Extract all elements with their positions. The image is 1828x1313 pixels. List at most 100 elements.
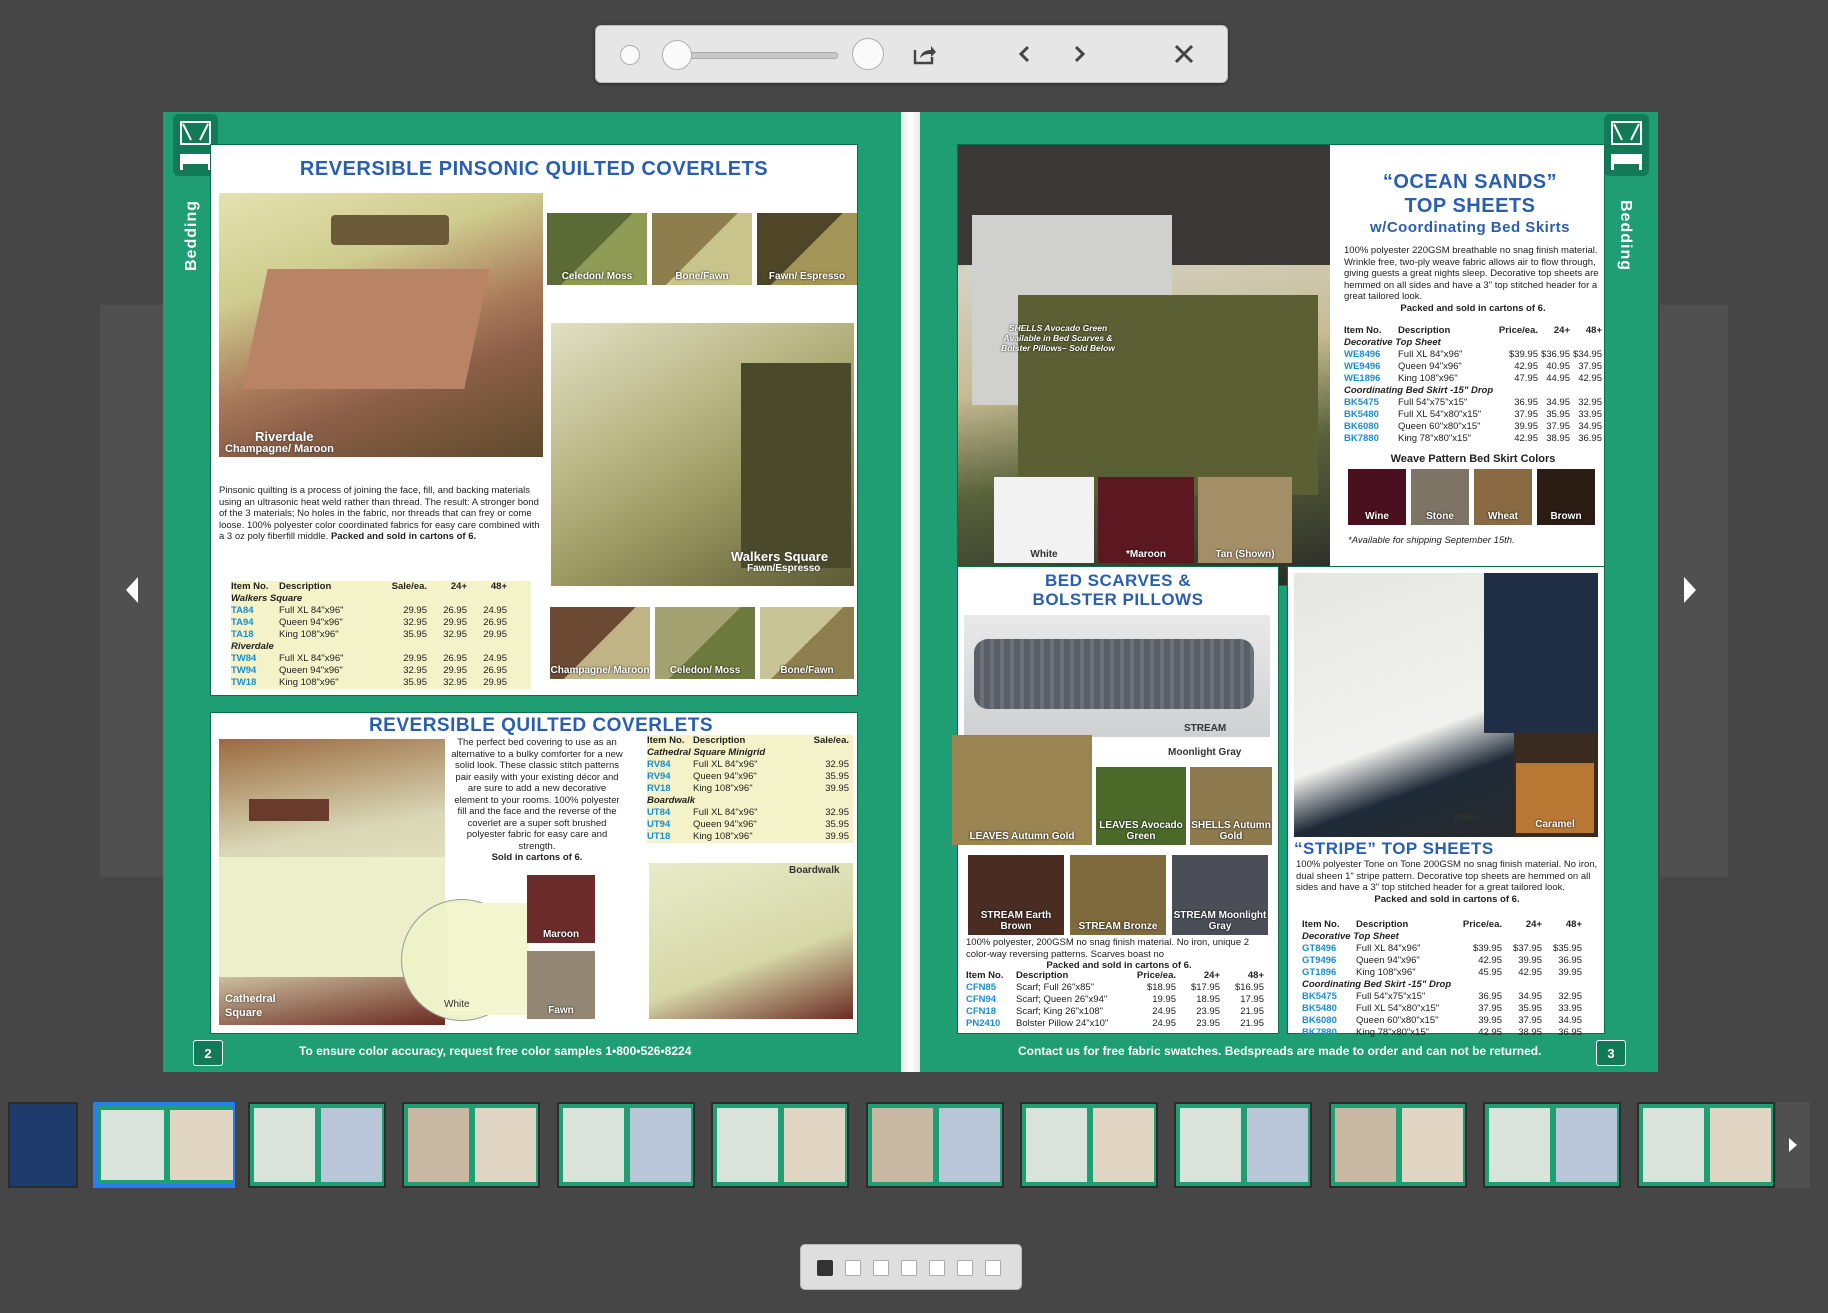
prev-page-icon[interactable] — [1014, 40, 1034, 68]
thumbnail-right-half — [630, 1108, 691, 1182]
pinsonic-price-table: Item No. Description Sale/ea. 24+ 48+ Walkers… — [231, 581, 531, 689]
share-icon[interactable] — [910, 40, 940, 68]
thumbnail-page-8[interactable] — [1020, 1102, 1158, 1188]
item-number: RV18 — [647, 783, 671, 794]
cathedral-caption: Cathedral — [225, 993, 276, 1005]
next-page-icon[interactable] — [1070, 40, 1090, 68]
thumbnail-page-7[interactable] — [866, 1102, 1004, 1188]
table-cell: Full XL 84"x96" — [279, 605, 344, 616]
ocean-description: 100% polyester 220GSM breathable no snag… — [1344, 245, 1599, 314]
table-cell: 39.95 — [1478, 1015, 1502, 1026]
item-number: WE9496 — [1344, 361, 1381, 372]
thumbnail-page-9[interactable] — [1174, 1102, 1312, 1188]
quilted-title: REVERSIBLE QUILTED COVERLETS — [368, 715, 714, 736]
close-icon[interactable] — [1170, 40, 1198, 68]
stripe-photo: White Caramel — [1294, 573, 1598, 837]
table-cell: 24.95 — [1152, 1018, 1176, 1029]
page-dot-5[interactable] — [929, 1260, 945, 1276]
thumbnail-page-6[interactable] — [711, 1102, 849, 1188]
prev-arrow-icon[interactable] — [124, 575, 140, 613]
zoom-slider-handle[interactable] — [662, 40, 692, 70]
table-row: UT18 King 108"x96" 39.95 — [647, 831, 853, 843]
thumbnail-page-11[interactable] — [1483, 1102, 1621, 1188]
table-row: TA94 Queen 94"x96" 32.95 29.95 26.95 — [231, 617, 531, 629]
item-number: UT94 — [647, 819, 671, 830]
thumbnail-left-half — [717, 1108, 778, 1182]
table-row: CFN85 Scarf; Full 26"x85" $18.95 $17.95 $16.… — [966, 982, 1272, 994]
zoom-out-icon[interactable] — [620, 45, 640, 65]
item-number: TW18 — [231, 677, 257, 688]
scarves-title-2: BOLSTER PILLOWS — [1032, 590, 1204, 609]
thumbnail-page-10[interactable] — [1329, 1102, 1467, 1188]
page-dot-6[interactable] — [957, 1260, 973, 1276]
zoom-in-icon[interactable] — [852, 38, 884, 70]
ocean-subtitle: w/Coordinating Bed Skirts — [1369, 219, 1570, 236]
thumbnail-left-half — [254, 1108, 315, 1182]
stream-moonlight-gray-swatch: STREAM Moonlight Gray — [1172, 855, 1268, 935]
item-number: TA94 — [231, 617, 254, 628]
quilted-price-table: Item No. Description Sale/ea. Cathedral Squ… — [647, 735, 853, 843]
item-number: CFN94 — [966, 994, 997, 1005]
item-number: BK7880 — [1344, 433, 1379, 444]
item-number: GT9496 — [1302, 955, 1337, 966]
page-dot-1[interactable] — [817, 1260, 833, 1276]
brown-swatch: Brown — [1537, 469, 1595, 525]
table-cell: Queen 94"x96" — [279, 617, 343, 628]
table-cell: 32.95 — [1578, 397, 1602, 408]
table-header-row: Item No. Description Price/ea. 24+ 48+ — [1344, 325, 1602, 337]
thumbnail-page-4[interactable] — [402, 1102, 540, 1188]
thumbnail-left-half — [101, 1110, 164, 1180]
quilted-panel: REVERSIBLE QUILTED COVERLETS Cathedral S… — [210, 712, 858, 1034]
pillow-caption-color: Moonlight Gray — [1168, 747, 1242, 758]
page-dot-2[interactable] — [845, 1260, 861, 1276]
table-cell: 23.95 — [1196, 1006, 1220, 1017]
table-cell: 29.95 — [403, 605, 427, 616]
stripe-panel: White Caramel “STRIPE” TOP SHEETS 100% p… — [1287, 566, 1605, 1038]
thumbs-next-icon[interactable] — [1776, 1102, 1810, 1188]
page-dot-7[interactable] — [985, 1260, 1001, 1276]
table-cell: 34.95 — [1546, 397, 1570, 408]
table-cell: 35.95 — [403, 677, 427, 688]
table-cell: 39.95 — [1518, 955, 1542, 966]
item-number: BK7880 — [1302, 1027, 1337, 1038]
pinsonic-description: Pinsonic quilting is a process of joinin… — [219, 485, 540, 542]
thumbnail-right-half — [475, 1108, 536, 1182]
side-label: Bedding — [183, 200, 200, 271]
thumbnail-page-3[interactable] — [248, 1102, 386, 1188]
boardwalk-label: Boardwalk — [789, 865, 840, 876]
item-number: GT1896 — [1302, 967, 1337, 978]
thumbnail-page-12[interactable] — [1637, 1102, 1775, 1188]
table-cell: $39.95 — [1508, 349, 1538, 360]
table-cell: Full 54"x75"x15" — [1356, 991, 1426, 1002]
next-arrow-icon[interactable] — [1682, 575, 1698, 613]
table-header-cell: 48+ — [1565, 919, 1582, 930]
table-cell: 39.95 — [1558, 967, 1582, 978]
thumbnail-page-5[interactable] — [557, 1102, 695, 1188]
table-row: BK7880 King 78"x80"x15" 42.95 38.95 36.95 — [1302, 1027, 1598, 1039]
thumbnail-page-1[interactable] — [8, 1102, 78, 1188]
page-dot-3[interactable] — [873, 1260, 889, 1276]
zoom-slider[interactable] — [662, 40, 838, 70]
table-cell: 37.95 — [1546, 421, 1570, 432]
wheat-swatch: Wheat — [1474, 469, 1532, 525]
table-cell: Scarf; Queen 26"x94" — [1016, 994, 1108, 1005]
table-cell: 18.95 — [1196, 994, 1220, 1005]
table-cell: Queen 94"x96" — [1398, 361, 1462, 372]
maroon-swatch: Maroon — [527, 875, 595, 943]
page-dot-4[interactable] — [901, 1260, 917, 1276]
thumbnail-right-half — [1402, 1108, 1463, 1182]
table-row: GT9496 Queen 94"x96" 42.95 39.95 36.95 — [1302, 955, 1598, 967]
table-group-label: Coordinating Bed Skirt -15" Drop — [1302, 979, 1452, 990]
table-cell: Queen 94"x96" — [693, 819, 757, 830]
table-cell: $36.95 — [1540, 349, 1570, 360]
table-cell: 19.95 — [1152, 994, 1176, 1005]
pinsonic-title: REVERSIBLE PINSONIC QUILTED COVERLETS — [299, 158, 769, 180]
table-header-cell: 48+ — [1585, 325, 1602, 336]
thumbnail-page-2[interactable] — [93, 1102, 235, 1188]
table-cell: 36.95 — [1558, 1027, 1582, 1038]
table-row: BK5480 Full XL 54"x80"x15" 37.95 35.95 33.95 — [1344, 409, 1602, 421]
table-cell: Queen 94"x96" — [1356, 955, 1420, 966]
magazine-spread: Bedding REVERSIBLE PINSONIC QUILTED COVE… — [163, 112, 1658, 1072]
table-cell: Full XL 54"x80"x15" — [1356, 1003, 1440, 1014]
table-cell: 24.95 — [483, 605, 507, 616]
